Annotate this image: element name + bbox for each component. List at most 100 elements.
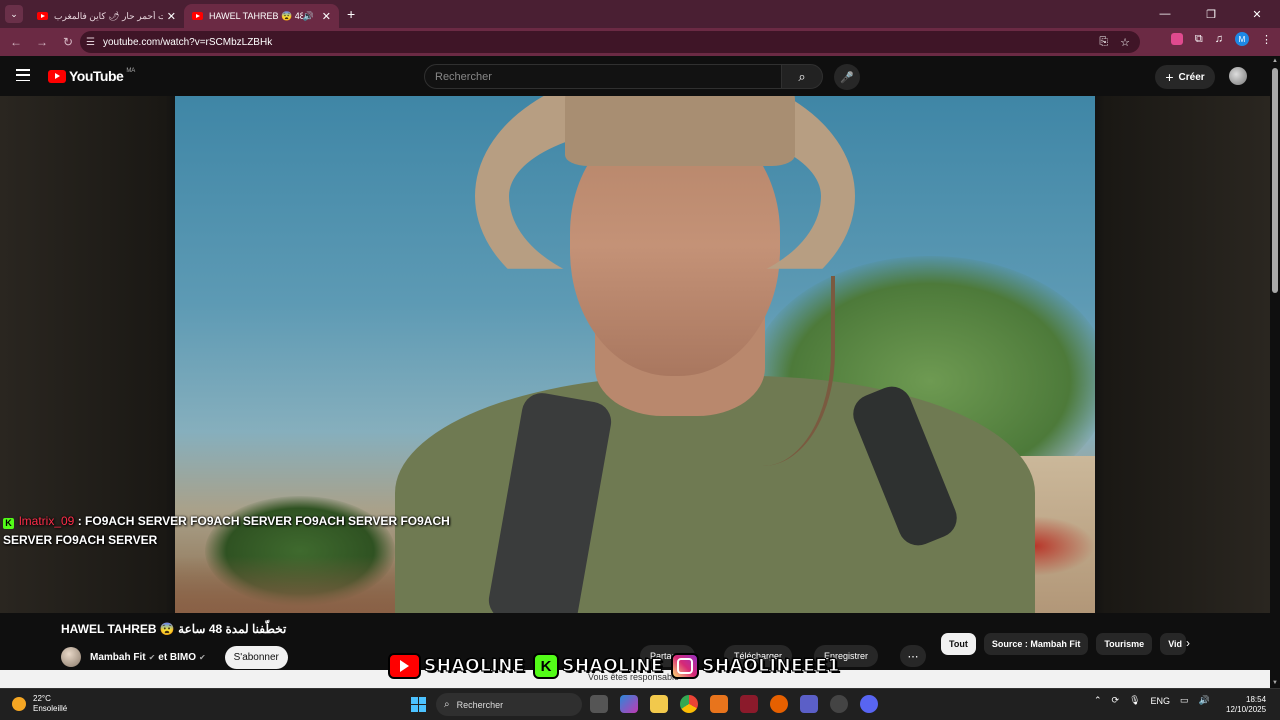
channel-name[interactable]: Mambah Fit <box>90 652 146 663</box>
chip-videos[interactable]: Vid <box>1160 633 1187 655</box>
youtube-wordmark: YouTube <box>69 68 124 84</box>
bookmark-star-icon[interactable]: ☆ <box>1120 36 1130 49</box>
firefox-icon[interactable] <box>770 695 788 713</box>
search-icon[interactable]: ⌕ <box>781 64 823 89</box>
chevron-up-icon[interactable]: ⌃ <box>1094 695 1102 706</box>
sync-icon[interactable]: ⟳ <box>1112 695 1120 706</box>
reload-icon[interactable]: ↻ <box>56 30 80 54</box>
speaker-icon[interactable]: 🔊 <box>303 11 314 22</box>
verified-check-icon: ✔ <box>199 652 206 662</box>
new-tab-button[interactable]: + <box>347 6 355 22</box>
weather-widget[interactable]: 22°C Ensoleillé <box>12 694 67 714</box>
account-avatar[interactable] <box>1229 67 1247 85</box>
recommendation-chips: Tout Source : Mambah Fit Tourisme Vid <box>941 633 1187 655</box>
app-icon-gray[interactable] <box>830 695 848 713</box>
chat-username: lmatrix_09 <box>19 514 75 528</box>
video-scene-hat <box>565 96 795 166</box>
file-explorer-icon[interactable] <box>650 695 668 713</box>
discord-icon[interactable] <box>860 695 878 713</box>
youtube-logo[interactable]: YouTube MA <box>48 68 135 84</box>
back-arrow-icon[interactable]: ← <box>4 30 28 54</box>
app-icon-orange[interactable] <box>710 695 728 713</box>
taskbar-search-label: Rechercher <box>456 699 504 710</box>
copilot-icon[interactable] <box>620 695 638 713</box>
browser-tab-bar: ⌄ جربت أحمر حار 🌶 كاين فالمغرب ✕ HAWEL T… <box>0 0 1280 28</box>
profile-avatar[interactable]: M <box>1235 32 1249 46</box>
volume-icon[interactable]: 🔊 <box>1199 695 1210 706</box>
media-control-icon[interactable]: ♫ <box>1215 33 1223 45</box>
tab-title: جربت أحمر حار 🌶 كاين فالمغرب <box>54 10 163 21</box>
network-icon[interactable]: ▭ <box>1180 695 1189 706</box>
kick-handle: SHAOLINE <box>562 656 664 677</box>
youtube-handle: SHAOLINE <box>423 656 526 677</box>
verified-check-icon: ✔ <box>148 652 156 662</box>
hamburger-menu-icon[interactable] <box>16 69 30 81</box>
system-tray: ⌃ ⟳ 🎙 ENG ▭ 🔊 <box>1094 695 1210 706</box>
youtube-favicon-icon <box>37 12 48 20</box>
windows-start-icon[interactable] <box>411 697 426 712</box>
windows-taskbar: 22°C Ensoleillé ⌕ Rechercher ⌃ ⟳ 🎙 ENG ▭… <box>0 688 1280 720</box>
youtube-play-icon <box>48 69 66 83</box>
window-controls: — ❐ ✕ <box>1142 0 1280 28</box>
chip-tourism[interactable]: Tourisme <box>1096 633 1153 655</box>
close-tab-icon[interactable]: ✕ <box>167 10 176 23</box>
channel-avatar[interactable] <box>61 647 81 667</box>
extensions-puzzle-icon[interactable]: ⧉ <box>1195 33 1203 46</box>
task-view-icon[interactable] <box>590 695 608 713</box>
chip-source[interactable]: Source : Mambah Fit <box>983 633 1089 655</box>
chrome-icon[interactable] <box>680 695 698 713</box>
temperature: 22°C <box>33 694 51 703</box>
instagram-handle: SHAOLINEEE1 <box>702 656 840 677</box>
more-actions-icon[interactable]: ⋯ <box>900 645 926 667</box>
install-app-icon[interactable]: ⎘ <box>1099 36 1108 49</box>
clock-time: 18:54 <box>1246 695 1267 704</box>
site-info-icon[interactable]: ☰ <box>86 37 95 48</box>
subscribe-button[interactable]: S'abonner <box>224 645 288 669</box>
chip-all[interactable]: Tout <box>941 633 976 655</box>
stream-chat-overlay: Klmatrix_09 : FO9ACH SERVER FO9ACH SERVE… <box>3 512 463 550</box>
extension-area: ⧉ ♫ M ⋮ <box>1170 32 1272 46</box>
minimize-icon[interactable]: — <box>1142 0 1188 28</box>
scrollbar-thumb[interactable] <box>1272 68 1278 293</box>
clock[interactable]: 18:54 12/10/2025 <box>1226 695 1266 715</box>
microphone-icon[interactable]: 🎤 <box>834 64 860 90</box>
browser-toolbar: ← → ↻ ☰ youtube.com/watch?v=rSCMbzLZBHk … <box>0 28 1280 56</box>
tab-title: HAWEL TAHREB 😨 48 ساعة <box>209 10 303 21</box>
taskbar-search[interactable]: ⌕ Rechercher <box>436 693 582 716</box>
video-title: HAWEL TAHREB 😨 تخطّفنا لمدة 48 ساعة <box>61 622 287 636</box>
teams-icon[interactable] <box>800 695 818 713</box>
browser-tab-1[interactable]: جربت أحمر حار 🌶 كاين فالمغرب ✕ <box>29 4 184 28</box>
youtube-favicon-icon <box>192 12 203 20</box>
browser-menu-icon[interactable]: ⋮ <box>1261 33 1272 46</box>
create-button[interactable]: + Créer <box>1155 65 1215 89</box>
page-scrollbar[interactable]: ▲ ▼ <box>1270 56 1280 688</box>
search-input[interactable]: Rechercher <box>424 64 782 89</box>
youtube-icon <box>388 653 421 679</box>
channel-row: Mambah Fit ✔ et BIMO ✔ S'abonner <box>61 644 288 670</box>
omnibox-actions: ⎘ ☆ <box>1099 36 1130 49</box>
instagram-icon <box>671 653 700 679</box>
microphone-tray-icon[interactable]: 🎙 <box>1129 695 1140 706</box>
taskbar-apps <box>590 695 878 713</box>
youtube-header: YouTube MA Rechercher ⌕ 🎤 + Créer <box>0 56 1270 96</box>
language-indicator[interactable]: ENG <box>1151 696 1171 706</box>
sun-icon <box>12 697 26 711</box>
tab-search-icon[interactable]: ⌄ <box>5 5 23 23</box>
address-bar[interactable]: ☰ youtube.com/watch?v=rSCMbzLZBHk ⎘ ☆ <box>80 31 1140 53</box>
chevron-right-icon[interactable]: › <box>1186 636 1190 650</box>
collaborator-name[interactable]: et BIMO <box>158 652 196 663</box>
clock-date: 12/10/2025 <box>1226 705 1267 714</box>
close-tab-icon[interactable]: ✕ <box>322 10 331 23</box>
extension-shield-icon[interactable] <box>1170 33 1183 45</box>
forward-arrow-icon[interactable]: → <box>30 30 54 54</box>
weather-condition: Ensoleillé <box>33 704 68 713</box>
close-window-icon[interactable]: ✕ <box>1234 0 1280 28</box>
plus-icon: + <box>1165 69 1174 85</box>
kick-icon: K <box>533 653 560 679</box>
restore-icon[interactable]: ❐ <box>1188 0 1234 28</box>
scroll-up-icon[interactable]: ▲ <box>1272 58 1278 64</box>
scroll-down-icon[interactable]: ▼ <box>1272 680 1278 686</box>
browser-tab-2[interactable]: HAWEL TAHREB 😨 48 ساعة 🔊 ✕ <box>184 4 339 28</box>
app-icon-red[interactable] <box>740 695 758 713</box>
create-label: Créer <box>1178 71 1205 83</box>
